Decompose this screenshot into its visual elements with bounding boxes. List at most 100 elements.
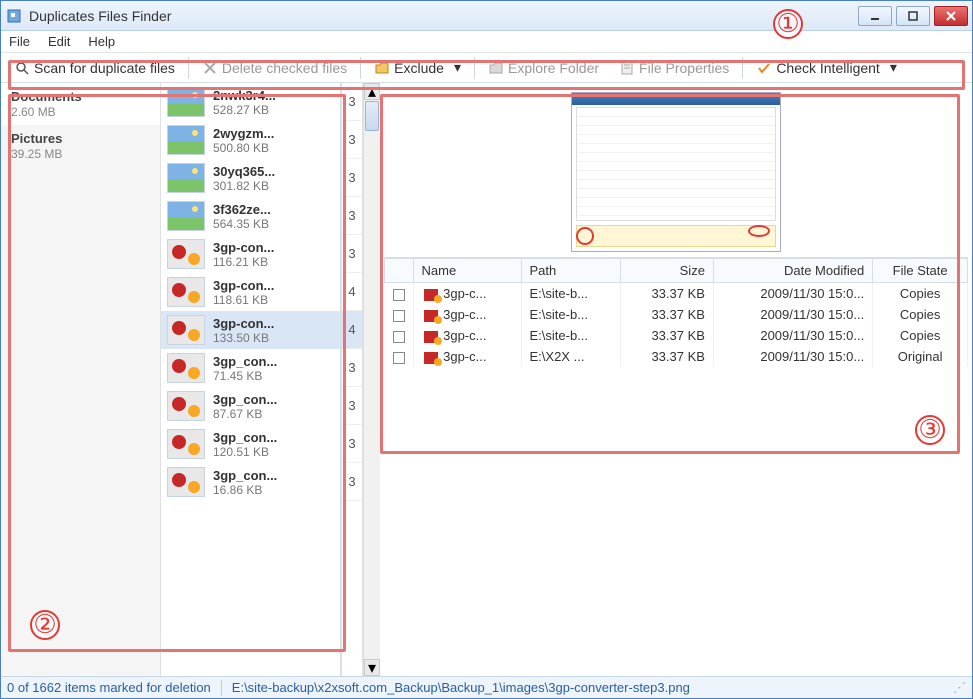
file-item[interactable]: 3gp_con...16.86 KB xyxy=(161,463,340,501)
properties-button[interactable]: File Properties xyxy=(610,56,738,80)
preview-image xyxy=(571,92,781,252)
dup-count-cell: 3 xyxy=(342,83,362,121)
dup-count-cell: 3 xyxy=(342,121,362,159)
file-meta: 3gp-con...133.50 KB xyxy=(213,316,274,345)
scan-label: Scan for duplicate files xyxy=(34,60,175,76)
scroll-up-button[interactable]: ▴ xyxy=(364,83,380,100)
toolbar-separator xyxy=(742,57,743,79)
main-content: Documents 2.60 MB Pictures 39.25 MB 2nwk… xyxy=(1,83,972,676)
file-item[interactable]: 3gp-con...118.61 KB xyxy=(161,273,340,311)
cell-size: 33.37 KB xyxy=(621,304,714,325)
maximize-button[interactable] xyxy=(896,6,930,26)
file-meta: 30yq365...301.82 KB xyxy=(213,164,275,193)
folder-size: 39.25 MB xyxy=(11,147,62,161)
explore-label: Explore Folder xyxy=(508,60,599,76)
checkbox[interactable] xyxy=(393,289,405,301)
cell-size: 33.37 KB xyxy=(621,283,714,305)
close-button[interactable] xyxy=(934,6,968,26)
delete-button[interactable]: Delete checked files xyxy=(193,56,356,80)
file-name: 3gp_con... xyxy=(213,354,277,369)
thumbnail-icon xyxy=(167,163,205,193)
file-icon xyxy=(424,289,438,301)
col-state[interactable]: File State xyxy=(873,259,968,283)
dup-count-column: 33333443333 xyxy=(341,83,363,676)
cell-size: 33.37 KB xyxy=(621,346,714,367)
explore-button[interactable]: Explore Folder xyxy=(479,56,608,80)
file-item[interactable]: 3f362ze...564.35 KB xyxy=(161,197,340,235)
cell-path: E:\site-b... xyxy=(521,283,621,305)
file-meta: 2wygzm...500.80 KB xyxy=(213,126,274,155)
folder-item-pictures[interactable]: Pictures 39.25 MB xyxy=(1,125,160,167)
check-intelligent-button[interactable]: Check Intelligent ▾ xyxy=(747,55,906,80)
file-item[interactable]: 3gp-con...116.21 KB xyxy=(161,235,340,273)
menu-file[interactable]: File xyxy=(9,34,30,49)
cell-date: 2009/11/30 15:0... xyxy=(713,325,872,346)
file-meta: 3gp_con...71.45 KB xyxy=(213,354,277,383)
file-size: 118.61 KB xyxy=(213,293,274,307)
col-name[interactable]: Name xyxy=(413,259,521,283)
file-item[interactable]: 3gp_con...120.51 KB xyxy=(161,425,340,463)
scroll-down-button[interactable]: ▾ xyxy=(364,659,380,676)
file-name: 2wygzm... xyxy=(213,126,274,141)
thumbnail-icon xyxy=(167,353,205,383)
checkbox[interactable] xyxy=(393,331,405,343)
file-name: 3gp-con... xyxy=(213,278,274,293)
app-icon xyxy=(5,7,23,25)
col-size[interactable]: Size xyxy=(621,259,714,283)
thumbnail-icon xyxy=(167,125,205,155)
file-meta: 3gp-con...118.61 KB xyxy=(213,278,274,307)
table-row[interactable]: 3gp-c...E:\X2X ...33.37 KB2009/11/30 15:… xyxy=(385,346,968,367)
status-marked: 0 of 1662 items marked for deletion xyxy=(7,680,211,695)
file-name: 2nwk3r4... xyxy=(213,88,276,103)
cell-date: 2009/11/30 15:0... xyxy=(713,283,872,305)
dup-count-cell: 3 xyxy=(342,159,362,197)
file-size: 301.82 KB xyxy=(213,179,275,193)
cell-name: 3gp-c... xyxy=(413,346,521,367)
minimize-button[interactable] xyxy=(858,6,892,26)
duplicates-table: Name Path Size Date Modified File State … xyxy=(384,258,968,367)
file-item[interactable]: 3gp_con...87.67 KB xyxy=(161,387,340,425)
scrollbar-vertical[interactable]: ▴ ▾ xyxy=(363,83,380,676)
file-item[interactable]: 3gp_con...71.45 KB xyxy=(161,349,340,387)
file-size: 16.86 KB xyxy=(213,483,277,497)
scan-button[interactable]: Scan for duplicate files xyxy=(5,56,184,80)
menu-edit[interactable]: Edit xyxy=(48,34,70,49)
file-item[interactable]: 2wygzm...500.80 KB xyxy=(161,121,340,159)
file-icon xyxy=(424,310,438,322)
table-row[interactable]: 3gp-c...E:\site-b...33.37 KB2009/11/30 1… xyxy=(385,325,968,346)
file-meta: 3f362ze...564.35 KB xyxy=(213,202,271,231)
exclude-button[interactable]: Exclude ▾ xyxy=(365,55,470,80)
cell-name: 3gp-c... xyxy=(413,283,521,305)
cell-state: Copies xyxy=(873,304,968,325)
menu-help[interactable]: Help xyxy=(88,34,115,49)
file-item[interactable]: 30yq365...301.82 KB xyxy=(161,159,340,197)
file-name: 3gp_con... xyxy=(213,392,277,407)
col-date[interactable]: Date Modified xyxy=(713,259,872,283)
dup-count-cell: 3 xyxy=(342,235,362,273)
scroll-thumb[interactable] xyxy=(365,101,379,131)
window-title: Duplicates Files Finder xyxy=(29,8,858,24)
chevron-down-icon: ▾ xyxy=(454,59,461,76)
thumbnail-icon xyxy=(167,467,205,497)
table-row[interactable]: 3gp-c...E:\site-b...33.37 KB2009/11/30 1… xyxy=(385,304,968,325)
file-size: 564.35 KB xyxy=(213,217,271,231)
file-size: 87.67 KB xyxy=(213,407,277,421)
cell-name: 3gp-c... xyxy=(413,304,521,325)
left-pane: Documents 2.60 MB Pictures 39.25 MB 2nwk… xyxy=(1,83,341,676)
resize-grip-icon[interactable]: ⋰ xyxy=(953,680,966,696)
checkbox[interactable] xyxy=(393,352,405,364)
col-path[interactable]: Path xyxy=(521,259,621,283)
delete-icon xyxy=(202,60,218,76)
delete-label: Delete checked files xyxy=(222,60,347,76)
folder-item-documents[interactable]: Documents 2.60 MB xyxy=(1,83,160,125)
status-path: E:\site-backup\x2xsoft.com_Backup\Backup… xyxy=(232,680,690,695)
checkbox[interactable] xyxy=(393,310,405,322)
file-item[interactable]: 3gp-con...133.50 KB xyxy=(161,311,340,349)
toolbar: Scan for duplicate files Delete checked … xyxy=(1,53,972,83)
table-row[interactable]: 3gp-c...E:\site-b...33.37 KB2009/11/30 1… xyxy=(385,283,968,305)
file-item[interactable]: 2nwk3r4...528.27 KB xyxy=(161,83,340,121)
file-name: 3gp_con... xyxy=(213,468,277,483)
cell-path: E:\site-b... xyxy=(521,325,621,346)
cell-name: 3gp-c... xyxy=(413,325,521,346)
check-intel-label: Check Intelligent xyxy=(776,60,880,76)
